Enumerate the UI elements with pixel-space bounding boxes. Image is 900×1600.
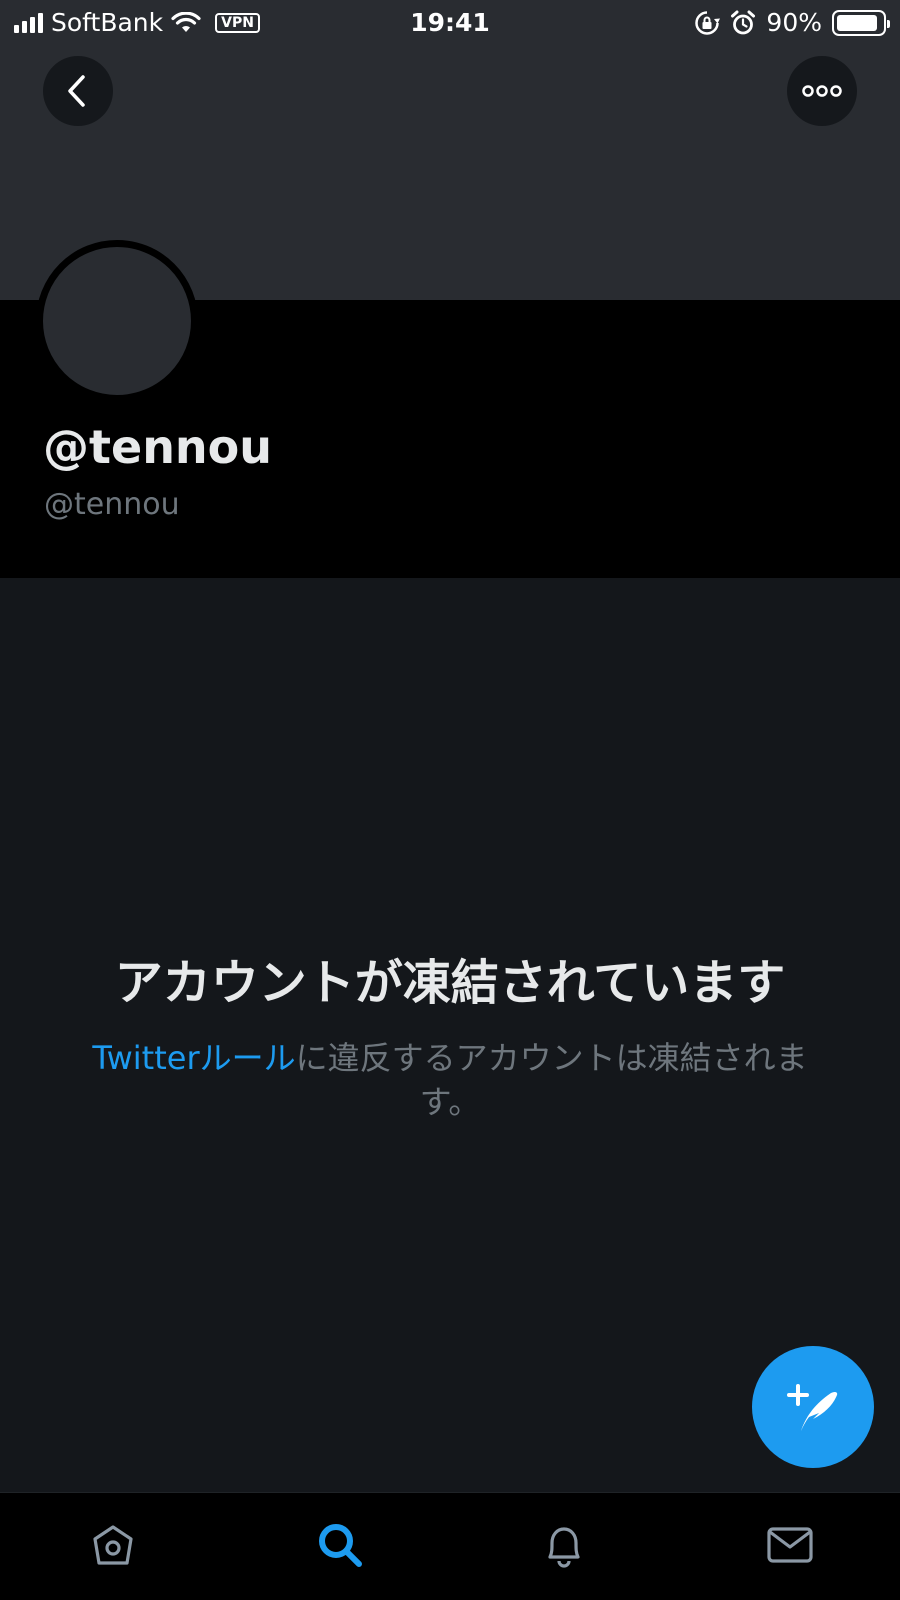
suspended-description-text: に違反するアカウントは凍結されます。 [295, 1039, 808, 1121]
rotation-lock-icon [695, 10, 721, 35]
profile-avatar[interactable] [36, 240, 198, 402]
alarm-icon [731, 10, 756, 34]
suspended-description: Twitterルールに違反するアカウントは凍結されます。 [80, 1036, 820, 1124]
status-right: 90% [694, 8, 890, 37]
tab-notifications[interactable] [534, 1515, 594, 1575]
battery-fill [837, 14, 877, 31]
tab-messages[interactable] [760, 1515, 820, 1575]
suspended-title: アカウントが凍結されています [114, 955, 786, 1011]
bell-icon [548, 1527, 580, 1568]
status-bar: SoftBank VPN 19:41 90% [0, 0, 900, 46]
compose-tweet-button[interactable] [752, 1346, 874, 1468]
twitter-rules-link[interactable]: Twitterルール [92, 1039, 295, 1077]
tab-search[interactable] [310, 1515, 370, 1575]
battery-icon [832, 9, 890, 36]
profile-handle: @tennou [44, 487, 180, 522]
suspended-account-panel: アカウントが凍結されています Twitterルールに違反するアカウントは凍結され… [0, 578, 900, 1492]
profile-display-name: @tennou [43, 420, 273, 474]
more-options-button[interactable] [787, 56, 857, 126]
tab-bar [0, 1492, 900, 1600]
compose-tweet-icon [787, 1384, 838, 1431]
more-horizontal-icon [802, 85, 842, 97]
search-icon [319, 1524, 362, 1567]
mail-icon [767, 1527, 813, 1563]
tab-home[interactable] [83, 1515, 143, 1575]
chevron-left-icon [68, 75, 85, 107]
battery-percent: 90% [766, 8, 822, 37]
back-button[interactable] [43, 56, 113, 126]
home-icon [93, 1525, 133, 1565]
